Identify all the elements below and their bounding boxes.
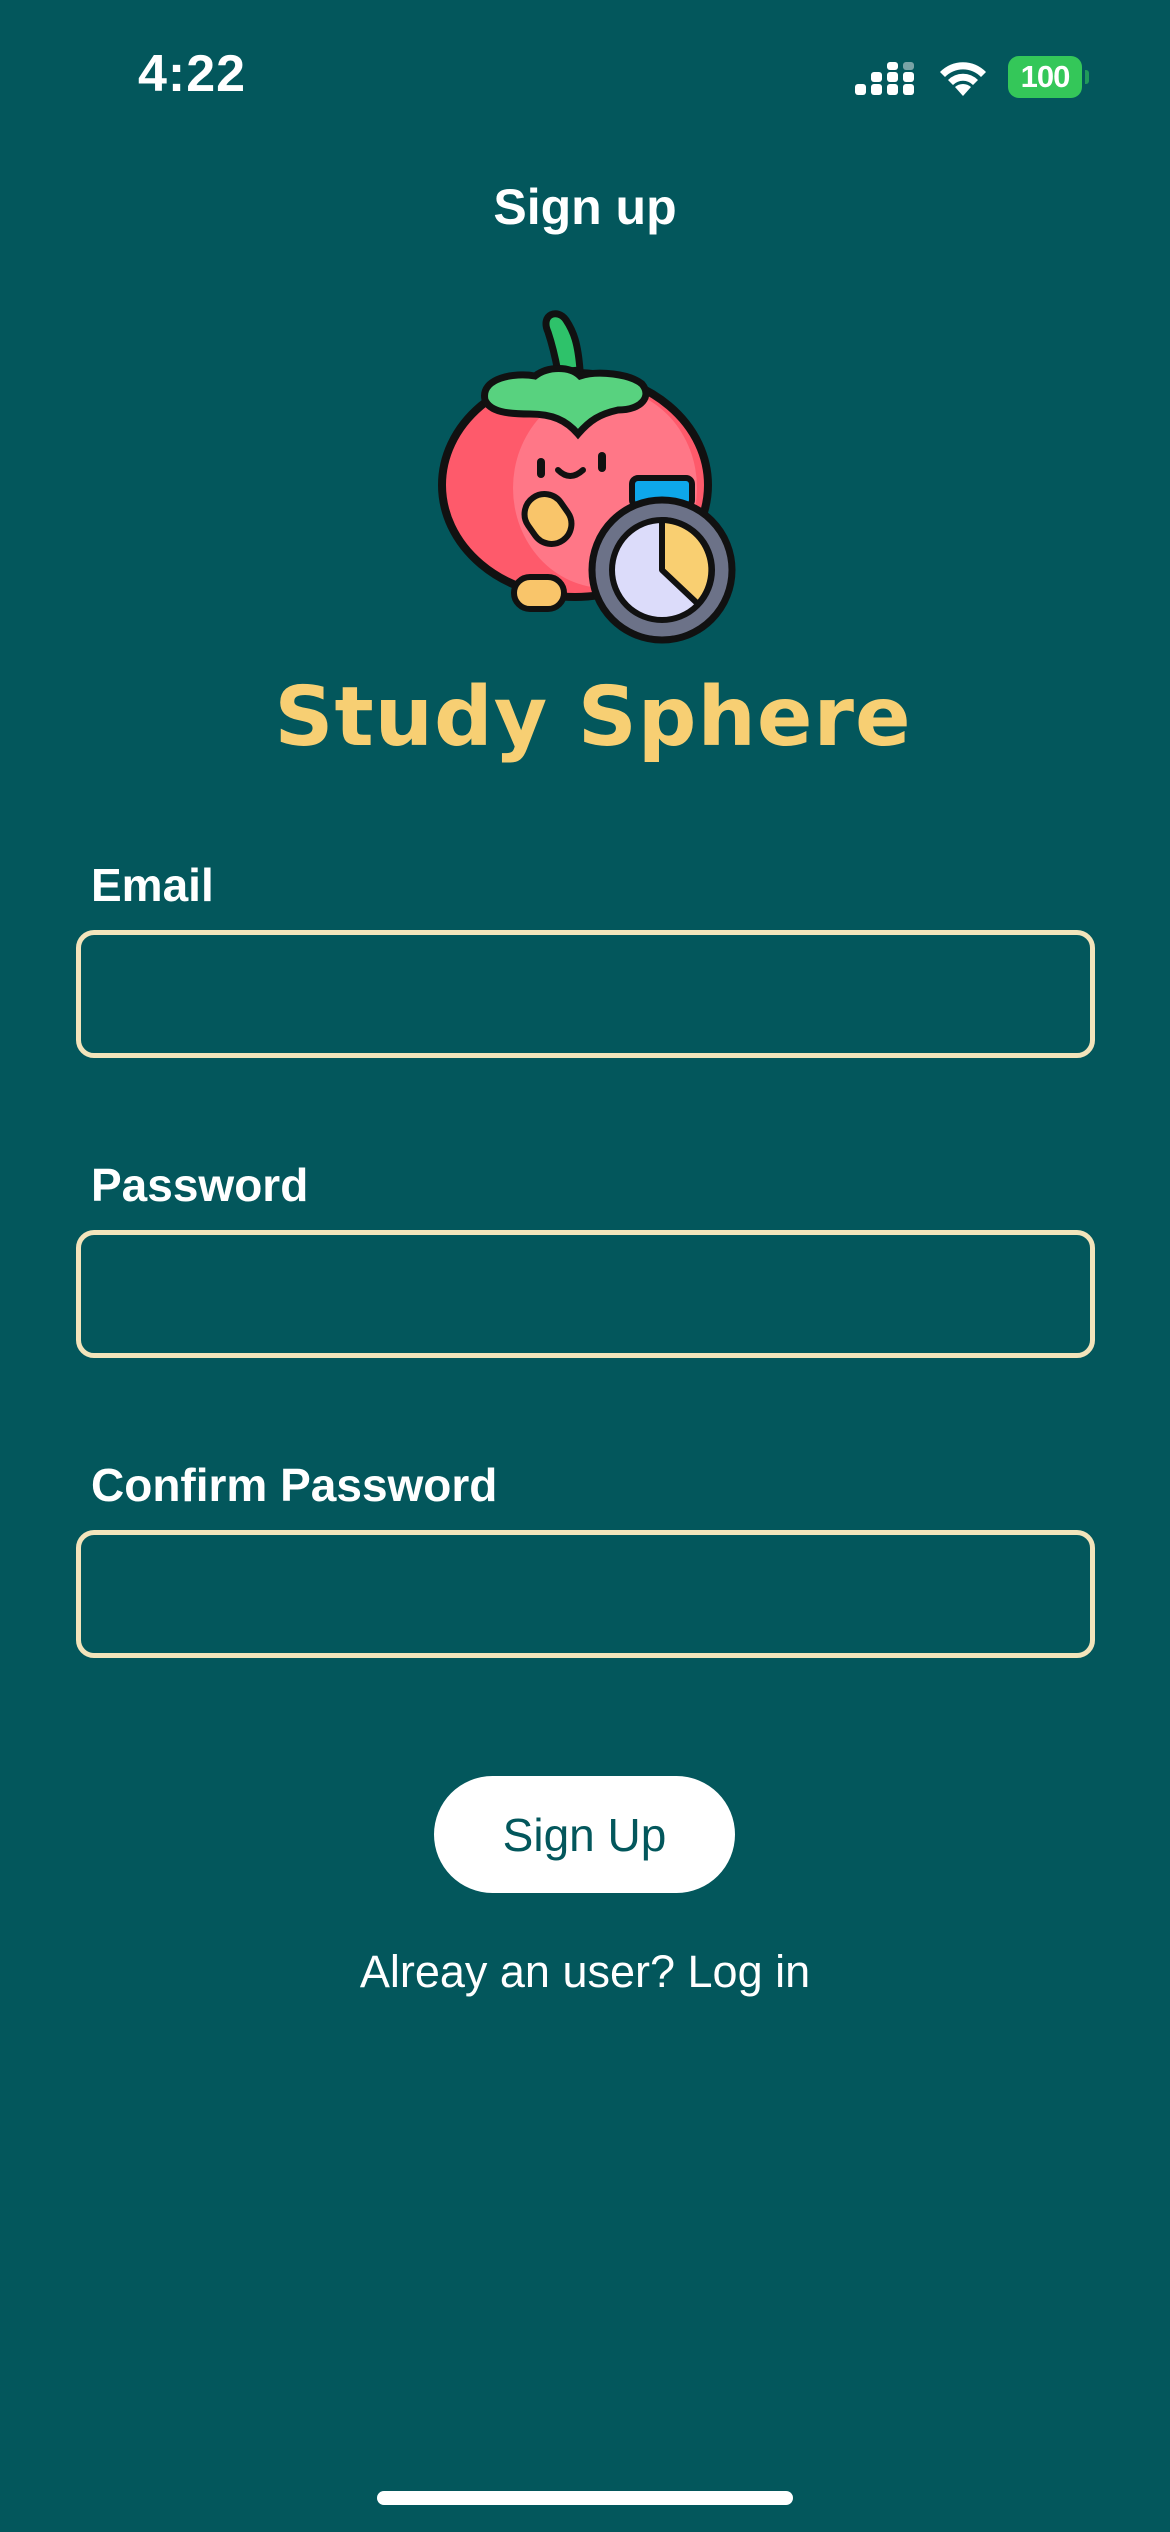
confirm-password-label: Confirm Password	[91, 1459, 498, 1511]
brand-name: Study Sphere	[274, 670, 912, 765]
password-label: Password	[91, 1159, 309, 1211]
status-time: 4:22	[138, 45, 247, 103]
battery-level: 100	[1008, 56, 1082, 98]
status-bar: 4:22 100	[0, 0, 1170, 150]
signal-icon	[855, 62, 914, 95]
email-field[interactable]	[76, 930, 1095, 1058]
login-link[interactable]: Alreay an user? Log in	[0, 1946, 1170, 1998]
battery-cap	[1085, 70, 1089, 84]
wifi-icon	[940, 62, 986, 96]
tomato-timer-icon	[438, 310, 736, 644]
battery-icon: 100	[1008, 56, 1089, 98]
email-label: Email	[91, 859, 214, 911]
home-indicator[interactable]	[377, 2491, 793, 2505]
sign-up-button[interactable]: Sign Up	[434, 1776, 735, 1893]
page-title: Sign up	[493, 179, 677, 235]
password-field[interactable]	[76, 1230, 1095, 1358]
confirm-password-field[interactable]	[76, 1530, 1095, 1658]
